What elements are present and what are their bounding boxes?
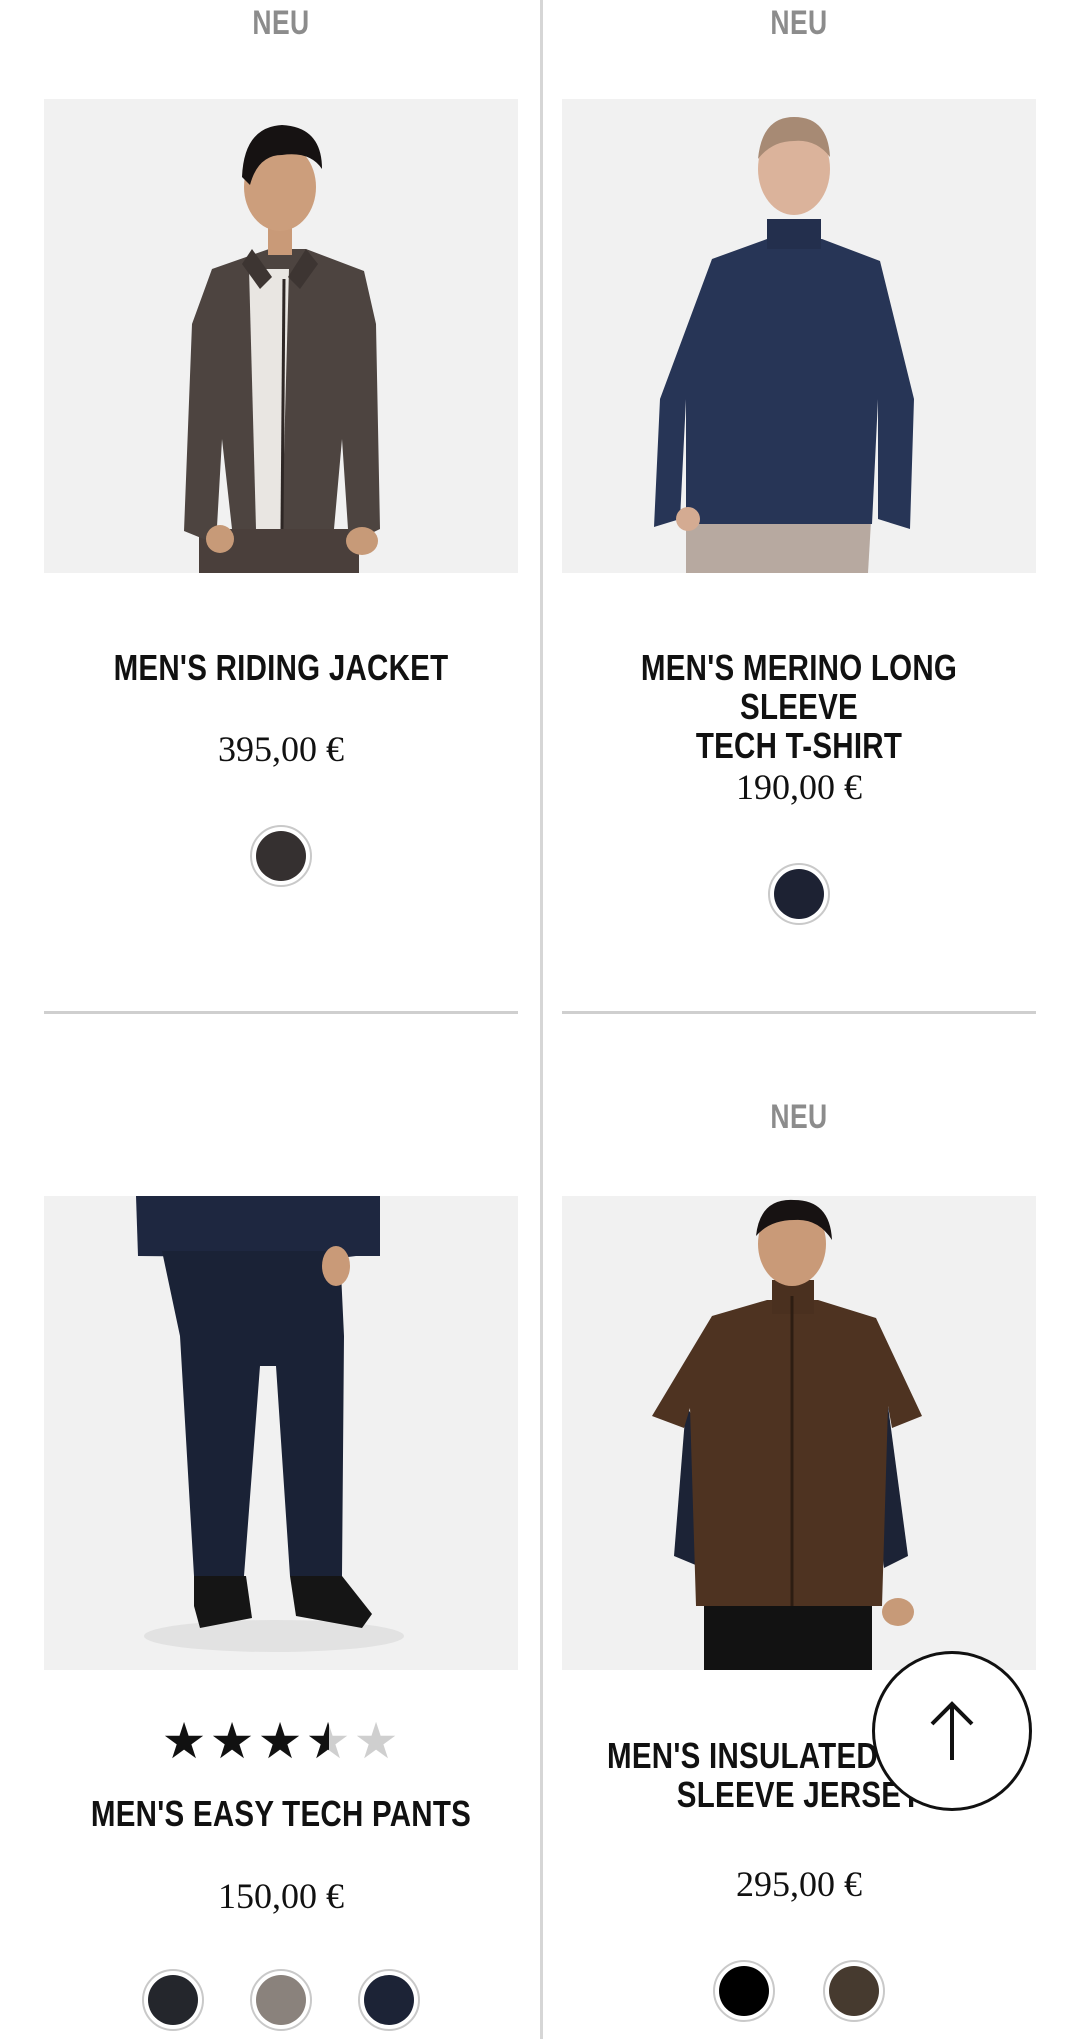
grid-divider-horizontal (562, 1011, 1036, 1014)
color-swatches (44, 1969, 518, 2031)
product-price: 295,00 € (736, 1864, 862, 1904)
product-image[interactable] (44, 99, 518, 573)
new-badge: NEU (770, 1098, 828, 1136)
star-full-icon: ★ (161, 1713, 209, 1769)
color-swatches (562, 1960, 1036, 2022)
product-image[interactable] (44, 1196, 518, 1670)
color-swatch[interactable] (823, 1960, 885, 2022)
color-swatch[interactable] (250, 1969, 312, 2031)
product-title-line: MEN'S RIDING JACKET (113, 647, 449, 688)
arrow-up-icon (930, 1701, 974, 1760)
color-swatches (44, 825, 518, 887)
product-price: 150,00 € (218, 1876, 344, 1916)
star-full-icon: ★ (209, 1713, 257, 1769)
new-badge: NEU (770, 4, 828, 42)
product-title-line: MEN'S EASY TECH PANTS (90, 1793, 472, 1834)
product-card[interactable]: NEU MEN'S MERINO LONG SLEEVE TECH T-SHIR… (562, 0, 1036, 1000)
rating-stars: ★★★★★ (44, 1716, 518, 1766)
product-card[interactable]: NEU MEN'S RIDING JACKET 395,00 € (44, 0, 518, 1000)
product-title[interactable]: MEN'S RIDING JACKET (78, 648, 483, 687)
product-title[interactable]: MEN'S EASY TECH PANTS (78, 1794, 483, 1833)
star-full-icon: ★ (257, 1713, 305, 1769)
product-price: 395,00 € (218, 729, 344, 769)
grid-divider-horizontal (44, 1011, 518, 1014)
color-swatch[interactable] (250, 825, 312, 887)
product-price: 190,00 € (736, 767, 862, 807)
grid-divider-vertical (540, 0, 543, 2039)
scroll-to-top-button[interactable] (872, 1651, 1032, 1811)
product-title[interactable]: MEN'S MERINO LONG SLEEVE TECH T-SHIRT (596, 648, 1001, 765)
jacket-model-photo (44, 99, 518, 573)
product-title-line: TECH T-SHIRT (695, 725, 903, 766)
product-card[interactable]: ★★★★★ MEN'S EASY TECH PANTS 150,00 € (44, 1020, 518, 2039)
color-swatch[interactable] (768, 863, 830, 925)
pants-model-photo (44, 1196, 518, 1670)
product-image[interactable] (562, 1196, 1036, 1670)
tshirt-model-photo (562, 99, 1036, 573)
jersey-model-photo (562, 1196, 1036, 1670)
star-empty-icon: ★ (353, 1713, 401, 1769)
color-swatches (562, 863, 1036, 925)
color-swatch[interactable] (713, 1960, 775, 2022)
product-card[interactable]: NEU MEN'S INSULATED SHORT SLEEVE JERSEY … (562, 1020, 1036, 2039)
color-swatch[interactable] (142, 1969, 204, 2031)
product-title-line: MEN'S MERINO LONG SLEEVE (640, 647, 958, 727)
new-badge: NEU (252, 4, 310, 42)
star-half-icon: ★ (305, 1713, 353, 1769)
product-image[interactable] (562, 99, 1036, 573)
color-swatch[interactable] (358, 1969, 420, 2031)
